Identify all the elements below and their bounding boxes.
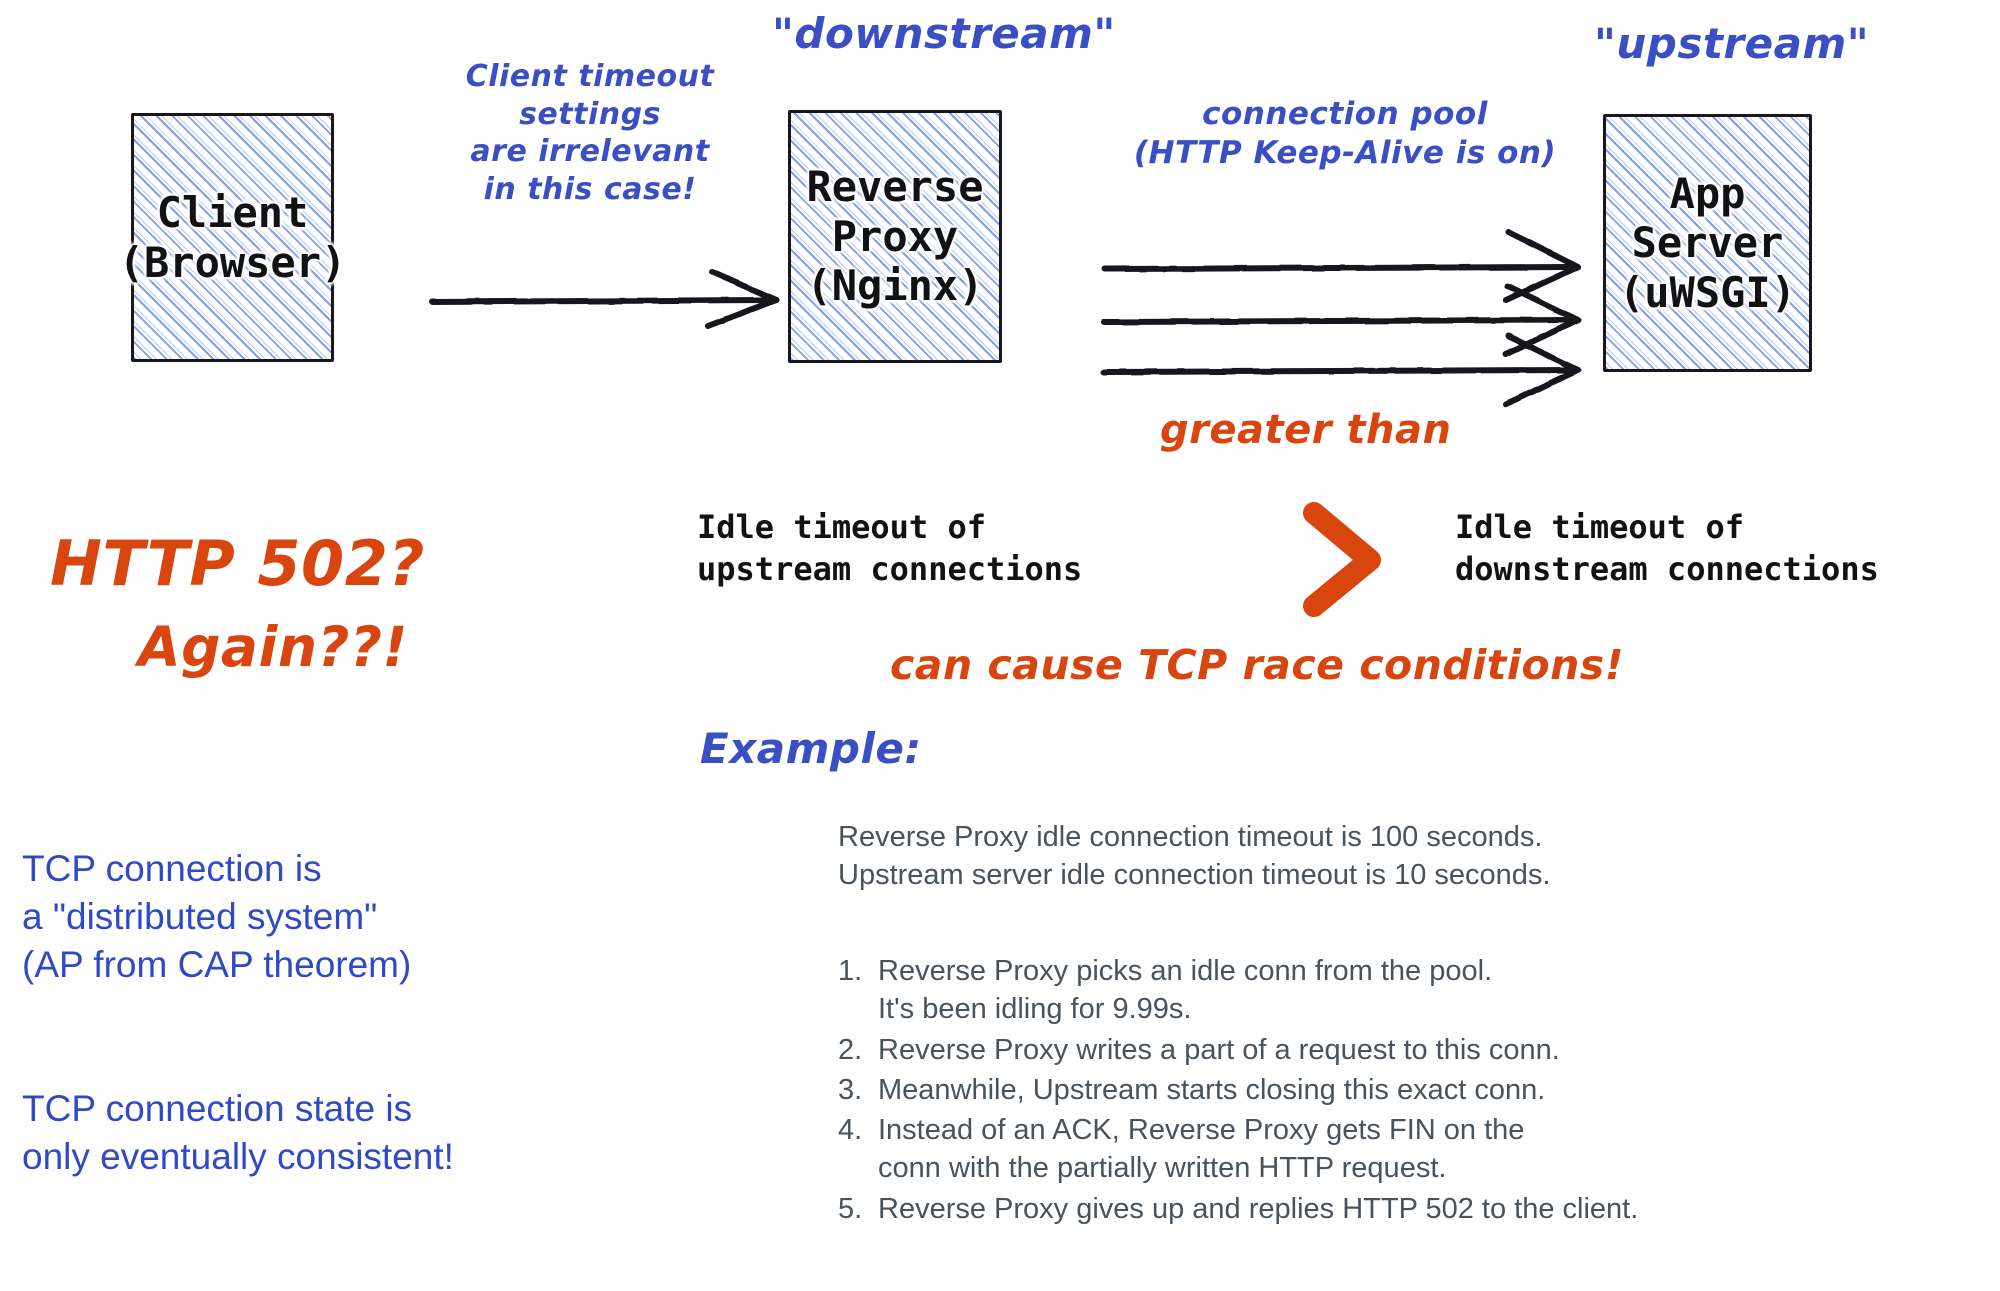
step-number: 5.	[838, 1192, 863, 1225]
caption-downstream-idle-timeout: Idle timeout of downstream connections	[1455, 508, 1879, 588]
list-item: 2. Reverse Proxy writes a part of a requ…	[838, 1031, 1988, 1069]
takeaway-eventual-consistency: TCP connection state is only eventually …	[22, 1088, 454, 1178]
step-text: Meanwhile, Upstream starts closing this …	[878, 1073, 1546, 1106]
list-item: 4. Instead of an ACK, Reverse Proxy gets…	[838, 1111, 1988, 1188]
callout-http-502-line2: Again??!	[138, 615, 408, 679]
note-race-conditions: can cause TCP race conditions!	[890, 641, 1624, 689]
note-greater-than: greater than	[1160, 407, 1452, 453]
caption-upstream-idle-timeout: Idle timeout of upstream connections	[697, 508, 1083, 588]
note-connection-pool: connection pool (HTTP Keep-Alive is on)	[1133, 96, 1557, 171]
node-reverse-proxy-label: Reverse Proxy (Nginx)	[806, 162, 984, 311]
callout-http-502-line1: HTTP 502?	[50, 527, 425, 600]
step-number: 2.	[838, 1033, 863, 1066]
greater-than-chevron-icon	[1303, 502, 1381, 617]
arrow-right-icon	[429, 269, 779, 329]
takeaway-distributed-system: TCP connection is a "distributed system"…	[22, 848, 412, 986]
node-client: Client (Browser)	[119, 113, 346, 362]
label-example: Example:	[700, 724, 922, 773]
step-text: Instead of an ACK, Reverse Proxy gets FI…	[878, 1114, 1525, 1185]
step-text: Reverse Proxy writes a part of a request…	[878, 1033, 1560, 1066]
list-item: 1. Reverse Proxy picks an idle conn from…	[838, 952, 1988, 1029]
step-text: Reverse Proxy gives up and replies HTTP …	[878, 1192, 1639, 1225]
label-downstream: "downstream"	[772, 9, 1116, 58]
step-number: 3.	[838, 1073, 863, 1106]
note-client-timeout: Client timeout settings are irrelevant i…	[465, 59, 715, 207]
diagram-canvas: Client (Browser) Reverse Proxy (Nginx) A…	[0, 0, 2000, 1291]
step-number: 1.	[838, 955, 863, 987]
triple-arrow-right-icon	[1101, 229, 1581, 407]
example-premise: Reverse Proxy idle connection timeout is…	[838, 821, 1551, 892]
example-steps: 1. Reverse Proxy picks an idle conn from…	[838, 952, 1988, 1228]
step-number: 4.	[838, 1114, 863, 1147]
list-item: 5. Reverse Proxy gives up and replies HT…	[838, 1190, 1988, 1228]
list-item: 3. Meanwhile, Upstream starts closing th…	[838, 1071, 1988, 1109]
node-app-server-label: App Server (uWSGI)	[1618, 168, 1796, 317]
node-reverse-proxy: Reverse Proxy (Nginx)	[788, 110, 1002, 363]
node-client-label: Client (Browser)	[118, 187, 347, 287]
node-app-server: App Server (uWSGI)	[1603, 114, 1812, 372]
label-upstream: "upstream"	[1594, 19, 1870, 68]
step-text: Reverse Proxy picks an idle conn from th…	[878, 955, 1493, 1026]
